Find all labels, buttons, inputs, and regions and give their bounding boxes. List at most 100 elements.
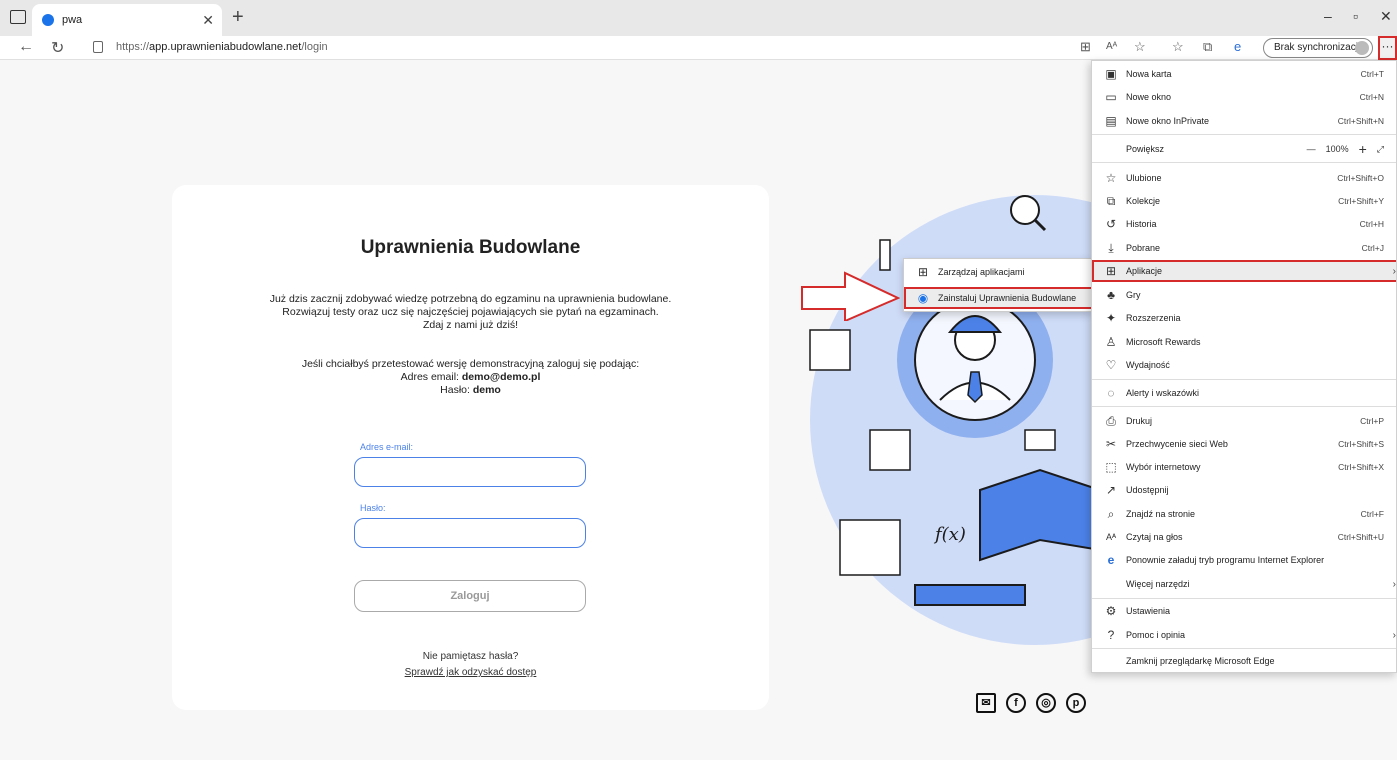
menu-item-find[interactable]: ⌕ Znajdź na stronie Ctrl+F <box>1092 503 1396 525</box>
menu-item-web-capture[interactable]: ✂ Przechwycenie sieci Web Ctrl+Shift+S <box>1092 433 1396 455</box>
tab-pwa[interactable]: pwa ✕ <box>32 4 222 36</box>
annotation-arrow-icon <box>801 271 900 321</box>
page-title: Uprawnienia Budowlane <box>360 237 581 258</box>
menu-item-help[interactable]: ? Pomoc i opinia › <box>1092 624 1396 646</box>
menu-item-zoom: Powiększ — 100% + ⤢ <box>1092 138 1396 160</box>
ie-mode-icon[interactable]: e <box>1234 39 1241 54</box>
intro-line: Rozwiązuj testy oraz ucz się najczęściej… <box>282 306 659 318</box>
menu-item-rewards[interactable]: ♙ Microsoft Rewards <box>1092 331 1396 353</box>
menu-divider <box>1092 162 1396 163</box>
install-app-label: Zainstaluj Uprawnienia Budowlane <box>938 293 1077 303</box>
menu-item-close-edge[interactable]: Zamknij przeglądarkę Microsoft Edge <box>1092 650 1396 672</box>
instagram-icon[interactable]: ◎ <box>1036 693 1056 713</box>
tab-bar: pwa ✕ + – ▫ ✕ <box>0 0 1397 36</box>
close-tab-icon[interactable]: ✕ <box>202 12 214 29</box>
tab-actions-icon[interactable] <box>10 10 26 24</box>
mail-icon[interactable]: ✉ <box>976 693 996 713</box>
menu-label: Drukuj <box>1126 416 1153 426</box>
email-field[interactable] <box>354 457 586 487</box>
menu-item-print[interactable]: ⎙ Drukuj Ctrl+P <box>1092 410 1396 432</box>
menu-item-more-tools[interactable]: Więcej narzędzi › <box>1092 573 1396 595</box>
favorites-icon[interactable]: ☆ <box>1172 39 1184 55</box>
back-icon[interactable]: ← <box>18 38 34 56</box>
lock-icon[interactable] <box>93 41 103 53</box>
sync-label: Brak synchronizacji <box>1274 42 1361 53</box>
menu-label: Ulubione <box>1126 173 1162 183</box>
collections-icon[interactable]: ⧉ <box>1203 39 1212 55</box>
address-bar: ← ↻ https://app.uprawnieniabudowlane.net… <box>0 36 1397 60</box>
menu-label: Kolekcje <box>1126 196 1161 206</box>
menu-label: Ustawienia <box>1126 606 1171 616</box>
menu-item-web-select[interactable]: ⬚ Wybór internetowy Ctrl+Shift+X <box>1092 456 1396 478</box>
menu-item-new-window[interactable]: ▭ Nowe okno Ctrl+N <box>1092 86 1396 108</box>
menu-item-games[interactable]: ♣ Gry <box>1092 284 1396 306</box>
recover-access-link[interactable]: Sprawdź jak odzyskać dostęp <box>172 667 769 678</box>
close-window-icon[interactable]: ✕ <box>1380 8 1392 25</box>
manage-apps-item[interactable]: ⊞ Zarządzaj aplikacjami <box>904 261 1093 283</box>
alerts-icon: ◌ <box>1107 386 1115 400</box>
new-tab-icon[interactable]: + <box>232 6 244 29</box>
formula-icon: f(x) <box>933 524 966 545</box>
menu-shortcut: Ctrl+Shift+O <box>1337 173 1384 183</box>
url-path: /login <box>301 41 328 53</box>
menu-shortcut: Ctrl+N <box>1359 92 1384 102</box>
menu-item-favorites[interactable]: ☆ Ulubione Ctrl+Shift+O <box>1092 167 1396 189</box>
minimize-icon[interactable]: – <box>1324 8 1332 24</box>
menu-item-apps[interactable]: ⊞ Aplikacje › <box>1092 260 1396 282</box>
url-field[interactable]: https://app.uprawnieniabudowlane.net/log… <box>116 41 328 53</box>
pinterest-icon[interactable]: p <box>1066 693 1086 713</box>
read-aloud-icon[interactable]: Aᴬ <box>1106 41 1117 52</box>
install-app-item[interactable]: ◉ Zainstaluj Uprawnienia Budowlane <box>904 287 1093 309</box>
menu-item-ie-mode[interactable]: e Ponownie załaduj tryb programu Internet… <box>1092 549 1396 571</box>
demo-password-label: Hasło: <box>440 384 473 396</box>
password-field[interactable] <box>354 518 586 548</box>
zoom-value: 100% <box>1325 144 1349 154</box>
app-available-icon[interactable]: ⊞ <box>1080 39 1091 55</box>
extensions-icon: ✦ <box>1105 311 1117 325</box>
refresh-icon[interactable]: ↻ <box>51 38 64 58</box>
menu-item-downloads[interactable]: ⤓ Pobrane Ctrl+J <box>1092 237 1396 259</box>
tab-title: pwa <box>62 14 83 26</box>
facebook-icon[interactable]: f <box>1006 693 1026 713</box>
menu-label: Więcej narzędzi <box>1126 579 1190 589</box>
help-icon: ? <box>1107 628 1115 642</box>
manage-apps-label: Zarządzaj aplikacjami <box>938 267 1025 277</box>
settings-menu: ▣ Nowa karta Ctrl+T ▭ Nowe okno Ctrl+N ▤ Nowe… <box>1091 60 1397 673</box>
menu-label: Nowa karta <box>1126 69 1172 79</box>
install-app-icon: ◉ <box>917 291 929 305</box>
menu-item-share[interactable]: ↗ Udostępnij <box>1092 479 1396 501</box>
fullscreen-icon[interactable]: ⤢ <box>1377 144 1384 155</box>
menu-shortcut: Ctrl+Shift+N <box>1337 116 1384 126</box>
menu-label: Nowe okno <box>1126 92 1172 102</box>
menu-shortcut: Ctrl+Shift+Y <box>1338 196 1384 206</box>
menu-item-alerts[interactable]: ◌ Alerty i wskazówki <box>1092 382 1396 404</box>
menu-shortcut: Ctrl+H <box>1359 219 1384 229</box>
find-icon: ⌕ <box>1107 506 1115 521</box>
menu-item-collections[interactable]: ⧉ Kolekcje Ctrl+Shift+Y <box>1092 190 1396 212</box>
add-favorite-icon[interactable]: ☆ <box>1134 39 1146 55</box>
login-button[interactable]: Zaloguj <box>354 580 586 612</box>
performance-icon: ♡ <box>1105 358 1117 372</box>
menu-item-inprivate[interactable]: ▤ Nowe okno InPrivate Ctrl+Shift+N <box>1092 110 1396 132</box>
menu-item-performance[interactable]: ♡ Wydajność <box>1092 354 1396 376</box>
menu-item-settings[interactable]: ⚙ Ustawienia <box>1092 600 1396 622</box>
settings-more-button[interactable]: ··· <box>1378 36 1397 60</box>
menu-item-history[interactable]: ↺ Historia Ctrl+H <box>1092 213 1396 235</box>
zoom-out-icon[interactable]: — <box>1307 144 1316 154</box>
menu-label: Nowe okno InPrivate <box>1126 116 1210 126</box>
menu-item-read-aloud[interactable]: Aᴬ Czytaj na głos Ctrl+Shift+U <box>1092 526 1396 548</box>
settings-icon: ⚙ <box>1105 604 1117 618</box>
demo-password-line: Hasło: demo <box>172 384 769 397</box>
annotation-arrow-shape <box>801 271 900 321</box>
menu-label: Zamknij przeglądarkę Microsoft Edge <box>1126 656 1275 666</box>
login-card: Uprawnienia Budowlane Już dzis zacznij z… <box>172 185 769 710</box>
menu-label: Rozszerzenia <box>1126 313 1181 323</box>
games-icon: ♣ <box>1107 288 1115 302</box>
menu-item-extensions[interactable]: ✦ Rozszerzenia <box>1092 307 1396 329</box>
read-aloud-icon: Aᴬ <box>1105 532 1117 542</box>
restore-icon[interactable]: ▫ <box>1353 8 1358 24</box>
sync-button[interactable]: Brak synchronizacji <box>1263 38 1373 58</box>
menu-divider <box>1092 648 1396 649</box>
menu-item-new-tab[interactable]: ▣ Nowa karta Ctrl+T <box>1092 63 1396 85</box>
zoom-in-icon[interactable]: + <box>1359 141 1367 157</box>
